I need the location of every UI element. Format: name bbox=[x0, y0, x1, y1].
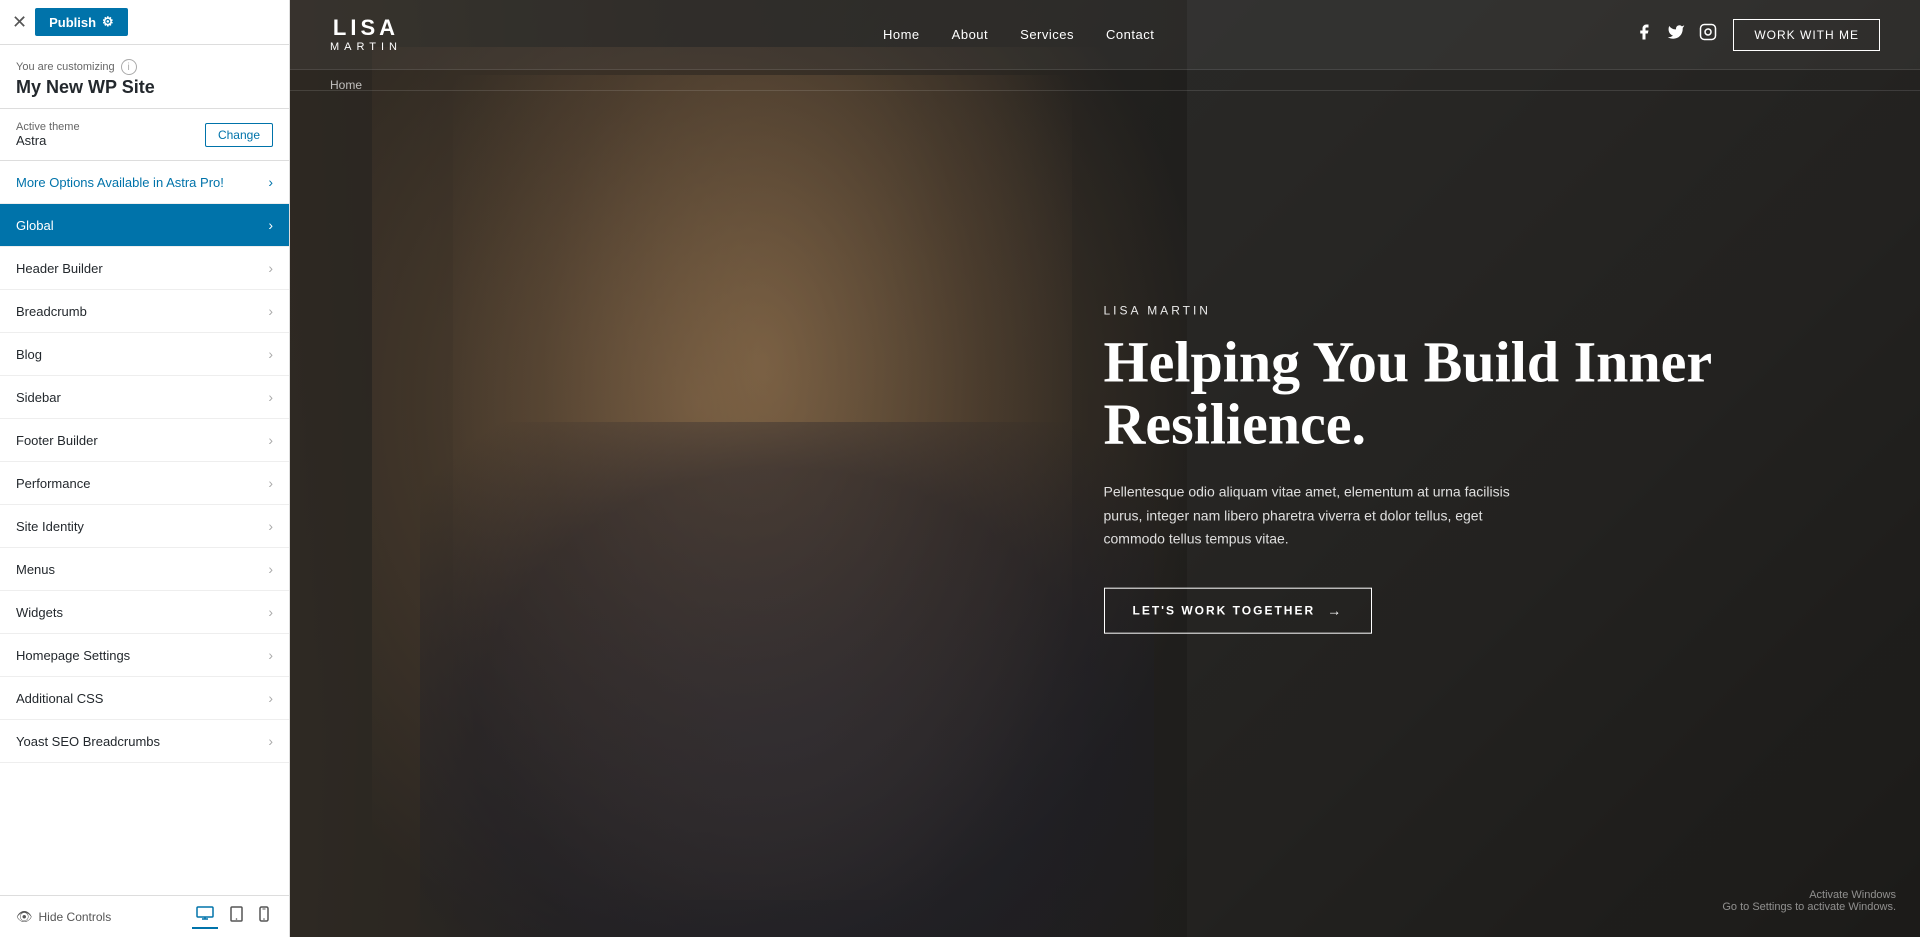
info-icon[interactable]: i bbox=[121, 59, 137, 75]
site-breadcrumb: Home bbox=[330, 70, 362, 100]
desktop-view-button[interactable] bbox=[192, 904, 218, 929]
hero-content: LISA MARTIN Helping You Build Inner Resi… bbox=[1024, 303, 1920, 634]
gear-icon: ⚙ bbox=[102, 14, 114, 30]
header-divider bbox=[290, 90, 1920, 91]
chevron-right-icon: › bbox=[268, 475, 273, 491]
chevron-right-icon: › bbox=[268, 690, 273, 706]
hero-subtitle: LISA MARTIN bbox=[1104, 303, 1861, 317]
active-theme-name: Astra bbox=[16, 133, 80, 148]
customizing-label: You are customizing i bbox=[16, 59, 273, 75]
tablet-view-button[interactable] bbox=[226, 904, 247, 929]
site-logo[interactable]: LISA MARTIN bbox=[330, 16, 402, 52]
work-with-me-button[interactable]: WORK WITH ME bbox=[1733, 19, 1880, 51]
instagram-icon[interactable] bbox=[1699, 23, 1717, 46]
nav-about[interactable]: About bbox=[952, 27, 988, 42]
chevron-right-icon: › bbox=[268, 217, 273, 233]
chevron-right-icon: › bbox=[268, 260, 273, 276]
social-icons bbox=[1635, 23, 1717, 46]
menu-item-performance[interactable]: Performance › bbox=[0, 462, 289, 505]
close-button[interactable]: ✕ bbox=[12, 12, 27, 33]
chevron-right-icon: › bbox=[268, 733, 273, 749]
menu-item-blog[interactable]: Blog › bbox=[0, 333, 289, 376]
menu-item-header-builder[interactable]: Header Builder › bbox=[0, 247, 289, 290]
hero-description: Pellentesque odio aliquam vitae amet, el… bbox=[1104, 480, 1524, 551]
site-navigation: Home About Services Contact bbox=[883, 27, 1154, 42]
eye-icon: 👁 bbox=[16, 909, 33, 925]
cta-button[interactable]: LET'S WORK TOGETHER → bbox=[1104, 588, 1373, 634]
chevron-right-icon: › bbox=[268, 303, 273, 319]
menu-item-site-identity[interactable]: Site Identity › bbox=[0, 505, 289, 548]
nav-contact[interactable]: Contact bbox=[1106, 27, 1154, 42]
logo-first-name: LISA bbox=[333, 16, 399, 40]
hide-controls-button[interactable]: 👁 Hide Controls bbox=[16, 909, 111, 925]
site-header: LISA MARTIN Home About Services Contact bbox=[290, 0, 1920, 70]
facebook-icon[interactable] bbox=[1635, 23, 1653, 46]
chevron-right-icon: › bbox=[268, 346, 273, 362]
header-right: WORK WITH ME bbox=[1635, 19, 1880, 51]
customizer-menu: More Options Available in Astra Pro! › G… bbox=[0, 161, 289, 895]
site-name: My New WP Site bbox=[16, 77, 273, 98]
preview-background: LISA MARTIN Home About Services Contact bbox=[290, 0, 1920, 937]
chevron-right-icon: › bbox=[268, 432, 273, 448]
menu-item-homepage-settings[interactable]: Homepage Settings › bbox=[0, 634, 289, 677]
publish-button[interactable]: Publish ⚙ bbox=[35, 8, 128, 36]
nav-home[interactable]: Home bbox=[883, 27, 920, 42]
site-preview: LISA MARTIN Home About Services Contact bbox=[290, 0, 1920, 937]
menu-item-widgets[interactable]: Widgets › bbox=[0, 591, 289, 634]
active-theme-section: Active theme Astra Change bbox=[0, 109, 289, 161]
arrow-icon: → bbox=[1327, 603, 1343, 619]
menu-item-yoast-seo[interactable]: Yoast SEO Breadcrumbs › bbox=[0, 720, 289, 763]
menu-item-footer-builder[interactable]: Footer Builder › bbox=[0, 419, 289, 462]
logo-last-name: MARTIN bbox=[330, 41, 402, 53]
bottom-bar: 👁 Hide Controls bbox=[0, 895, 289, 937]
menu-item-additional-css[interactable]: Additional CSS › bbox=[0, 677, 289, 720]
device-switcher bbox=[192, 904, 273, 929]
chevron-right-icon: › bbox=[268, 604, 273, 620]
menu-item-sidebar[interactable]: Sidebar › bbox=[0, 376, 289, 419]
nav-services[interactable]: Services bbox=[1020, 27, 1074, 42]
chevron-right-icon: › bbox=[268, 518, 273, 534]
menu-item-menus[interactable]: Menus › bbox=[0, 548, 289, 591]
chevron-right-icon: › bbox=[268, 647, 273, 663]
customizing-info: You are customizing i My New WP Site bbox=[0, 45, 289, 109]
menu-item-global[interactable]: Global › bbox=[0, 204, 289, 247]
menu-item-astra-pro[interactable]: More Options Available in Astra Pro! › bbox=[0, 161, 289, 204]
chevron-right-icon: › bbox=[268, 389, 273, 405]
mobile-view-button[interactable] bbox=[255, 904, 273, 929]
top-bar: ✕ Publish ⚙ bbox=[0, 0, 289, 45]
chevron-right-icon: › bbox=[268, 561, 273, 577]
change-theme-button[interactable]: Change bbox=[205, 123, 273, 147]
hero-title: Helping You Build Inner Resilience. bbox=[1104, 331, 1861, 456]
chevron-right-icon: › bbox=[268, 174, 273, 190]
menu-item-breadcrumb[interactable]: Breadcrumb › bbox=[0, 290, 289, 333]
active-theme-label: Active theme bbox=[16, 121, 80, 133]
customizer-panel: ✕ Publish ⚙ You are customizing i My New… bbox=[0, 0, 290, 937]
twitter-icon[interactable] bbox=[1667, 23, 1685, 46]
